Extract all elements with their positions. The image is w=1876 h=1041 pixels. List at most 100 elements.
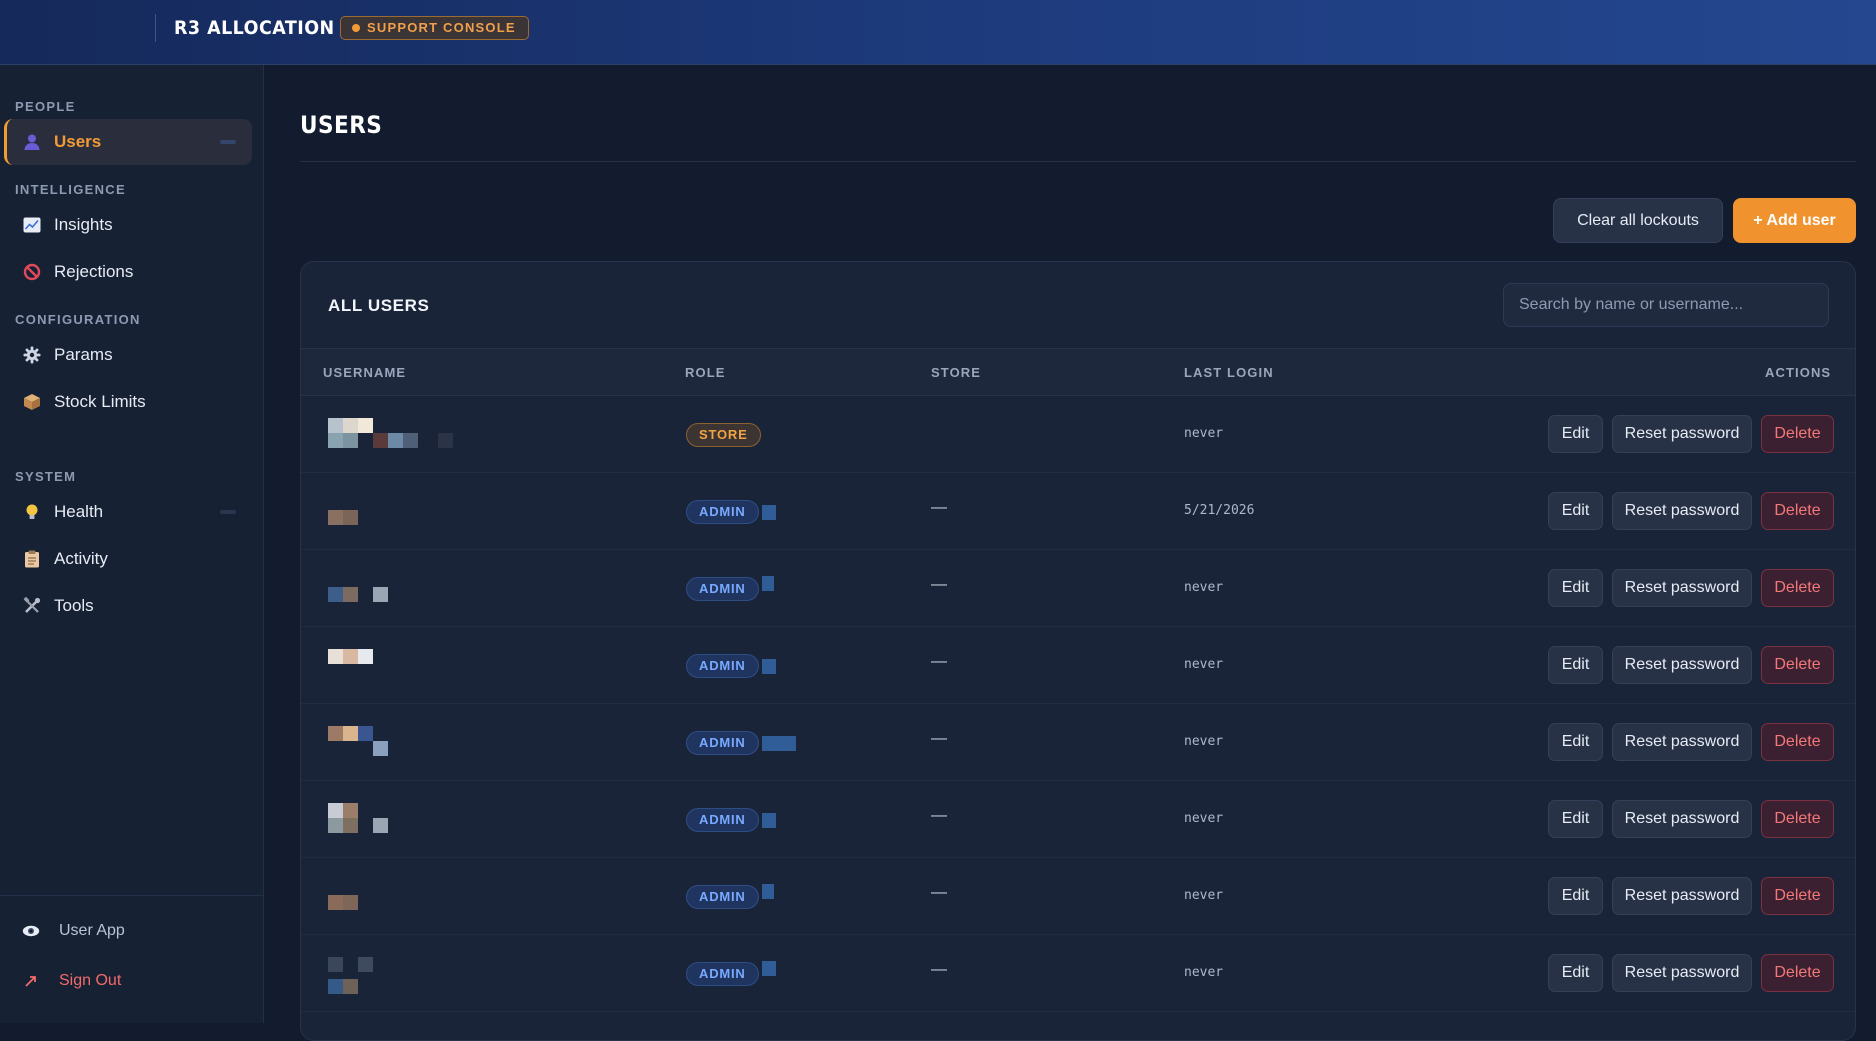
sign-out-link[interactable]: Sign Out: [22, 972, 121, 990]
chart-icon: [22, 215, 42, 235]
delete-button[interactable]: Delete: [1761, 877, 1834, 915]
last-login-cell: never: [1184, 657, 1224, 672]
edit-button[interactable]: Edit: [1548, 646, 1603, 684]
sidebar-item-stock-limits[interactable]: Stock Limits: [4, 379, 252, 425]
section-label-system: SYSTEM: [15, 469, 77, 484]
reset-password-button[interactable]: Reset password: [1612, 723, 1752, 761]
search-input[interactable]: [1503, 283, 1829, 327]
role-badge: ADMIN: [686, 808, 759, 832]
last-login-cell: never: [1184, 580, 1224, 595]
sidebar-item-health[interactable]: Health: [4, 489, 252, 535]
role-badge: ADMIN: [686, 577, 759, 601]
edit-button[interactable]: Edit: [1548, 492, 1603, 530]
sidebar-item-label: Health: [54, 502, 104, 521]
store-cell: —: [931, 807, 947, 824]
role-badge: ADMIN: [686, 962, 759, 986]
delete-button[interactable]: Delete: [1761, 415, 1834, 453]
sidebar-item-label: Activity: [54, 549, 108, 568]
edit-button[interactable]: Edit: [1548, 800, 1603, 838]
title-divider: [300, 161, 1856, 162]
delete-button[interactable]: Delete: [1761, 723, 1834, 761]
redacted-username: [328, 803, 458, 839]
column-header-actions: ACTIONS: [1765, 365, 1832, 380]
sidebar-item-label: Stock Limits: [54, 392, 146, 411]
sidebar-item-users[interactable]: Users: [4, 119, 252, 165]
reset-password-button[interactable]: Reset password: [1612, 954, 1752, 992]
reset-password-button[interactable]: Reset password: [1612, 492, 1752, 530]
sidebar-item-params[interactable]: Params: [4, 332, 252, 378]
package-icon: [22, 392, 42, 412]
table-row: ADMIN — never Edit Reset password Delete: [301, 781, 1855, 858]
column-header-role: ROLE: [685, 365, 726, 380]
reset-password-button[interactable]: Reset password: [1612, 646, 1752, 684]
section-label-people: PEOPLE: [15, 99, 76, 114]
clear-all-lockouts-button[interactable]: Clear all lockouts: [1553, 198, 1723, 243]
sidebar-item-label: Tools: [54, 596, 94, 615]
edit-button[interactable]: Edit: [1548, 954, 1603, 992]
delete-button[interactable]: Delete: [1761, 954, 1834, 992]
app-title: R3 ALLOCATION: [174, 17, 335, 39]
sidebar-item-rejections[interactable]: Rejections: [4, 249, 252, 295]
sidebar-item-tools[interactable]: Tools: [4, 583, 252, 629]
store-cell: —: [931, 730, 947, 747]
header-divider: [155, 14, 156, 42]
edit-button[interactable]: Edit: [1548, 723, 1603, 761]
last-login-cell: never: [1184, 426, 1224, 441]
clipboard-icon: [22, 549, 42, 569]
edit-button[interactable]: Edit: [1548, 569, 1603, 607]
table-row: ADMIN — 5/21/2026 Edit Reset password Delete: [301, 473, 1855, 550]
sidebar-item-label: Users: [54, 132, 102, 151]
redacted-username: [328, 880, 458, 916]
column-header-last-login: LAST LOGIN: [1184, 365, 1274, 380]
reset-password-button[interactable]: Reset password: [1612, 569, 1752, 607]
sidebar-item-label: Params: [54, 345, 113, 364]
column-header-store: STORE: [931, 365, 982, 380]
all-users-card: ALL USERS USERNAME ROLE STORE LAST LOGIN…: [300, 261, 1856, 1041]
edit-button[interactable]: Edit: [1548, 877, 1603, 915]
role-badge: STORE: [686, 423, 761, 447]
store-cell: —: [931, 653, 947, 670]
sidebar-item-label: Insights: [54, 215, 113, 234]
card-title: ALL USERS: [328, 296, 430, 315]
sidebar-item-insights[interactable]: Insights: [4, 202, 252, 248]
add-user-button[interactable]: + Add user: [1733, 198, 1856, 243]
table-row: STORE never Edit Reset password Delete: [301, 396, 1855, 473]
table-row: ADMIN — never Edit Reset password Delete: [301, 550, 1855, 627]
redacted-role-detail: [762, 961, 776, 976]
active-indicator: [220, 140, 236, 144]
sidebar-item-activity[interactable]: Activity: [4, 536, 252, 582]
redacted-username: [328, 726, 458, 762]
redacted-role-detail: [762, 505, 776, 520]
user-app-label: User App: [59, 922, 125, 939]
reset-password-button[interactable]: Reset password: [1612, 800, 1752, 838]
delete-button[interactable]: Delete: [1761, 800, 1834, 838]
main-content: USERS Clear all lockouts + Add user ALL …: [264, 65, 1876, 1041]
redacted-username: [328, 649, 458, 685]
delete-button[interactable]: Delete: [1761, 646, 1834, 684]
redacted-role-detail: [762, 736, 796, 751]
role-badge: ADMIN: [686, 885, 759, 909]
edit-button[interactable]: Edit: [1548, 415, 1603, 453]
redacted-username: [328, 572, 458, 608]
delete-button[interactable]: Delete: [1761, 492, 1834, 530]
sign-out-arrow-icon: [22, 974, 40, 988]
eye-icon: [22, 925, 40, 937]
table-row: ADMIN — never Edit Reset password Delete: [301, 704, 1855, 781]
role-badge: ADMIN: [686, 500, 759, 524]
reset-password-button[interactable]: Reset password: [1612, 877, 1752, 915]
table-row: ADMIN — never Edit Reset password Delete: [301, 858, 1855, 935]
user-app-link[interactable]: User App: [22, 922, 125, 940]
last-login-cell: never: [1184, 888, 1224, 903]
redacted-username: [328, 418, 458, 454]
reset-password-button[interactable]: Reset password: [1612, 415, 1752, 453]
role-badge: ADMIN: [686, 731, 759, 755]
sidebar-item-label: Rejections: [54, 262, 134, 281]
last-login-cell: 5/21/2026: [1184, 503, 1255, 518]
delete-button[interactable]: Delete: [1761, 569, 1834, 607]
store-cell: —: [931, 961, 947, 978]
last-login-cell: never: [1184, 965, 1224, 980]
user-icon: [22, 132, 42, 152]
column-header-username: USERNAME: [323, 365, 407, 380]
redacted-role-detail: [762, 659, 776, 674]
redacted-role-detail: [762, 813, 776, 828]
